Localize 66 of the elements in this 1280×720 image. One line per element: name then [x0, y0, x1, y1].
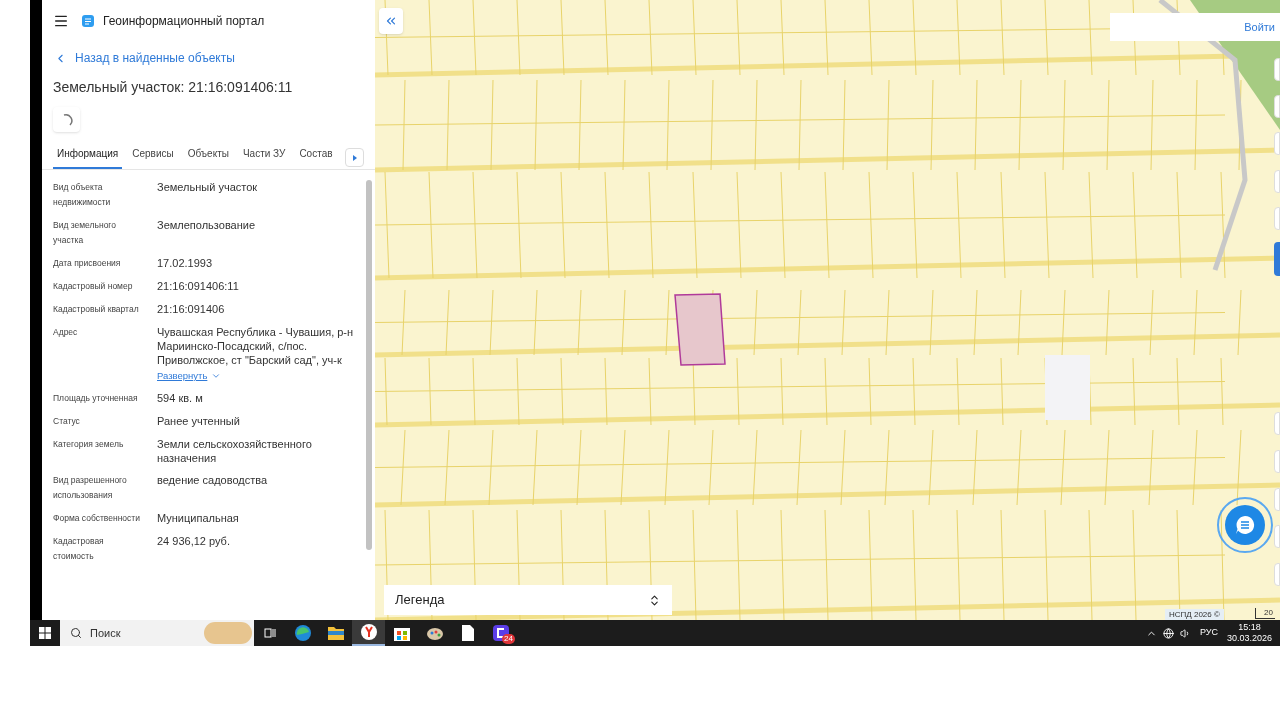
browser-icon [359, 623, 378, 641]
document-icon [460, 624, 475, 642]
field-label: Статус [53, 415, 81, 429]
field-label: Площадь уточненная [53, 392, 139, 406]
info-tab[interactable]: Состав [295, 146, 337, 169]
volume-icon[interactable] [1179, 627, 1191, 639]
map-attribution: НСПД 2026 © [1165, 609, 1224, 620]
portal-logo-icon [81, 14, 95, 28]
field-label: Адрес [53, 326, 79, 339]
field-value: Ранее учтенный [157, 414, 241, 429]
collapse-panel-button[interactable] [379, 8, 403, 34]
double-chevron-left-icon [384, 14, 398, 28]
info-tab[interactable]: Части ЗУ [238, 146, 290, 169]
chat-icon [1234, 514, 1256, 536]
menu-icon[interactable] [53, 13, 69, 29]
field-label: Категория земель [53, 438, 125, 452]
field-value: Земли сельскохозяйственного назначения [157, 437, 313, 466]
field-value: Земельный участок [157, 180, 259, 194]
windows-logo-icon [39, 627, 51, 639]
task-view-icon [264, 627, 276, 639]
caret-icon [352, 154, 357, 161]
language-indicator[interactable]: РУС [1199, 626, 1218, 640]
clock-date[interactable]: 30.03.2026 [1226, 633, 1272, 644]
back-link[interactable]: Назад в найденные объекты [54, 49, 235, 67]
field-value: Землепользование [157, 218, 257, 232]
field-value: 17.02.1993 [157, 256, 214, 270]
object-title: Земельный участок: 21:16:091406:11 [53, 78, 294, 97]
field-value: Муниципальная [157, 511, 240, 526]
tabs-scroll-button[interactable] [345, 148, 364, 167]
map-control-button[interactable] [1274, 242, 1280, 276]
portal-title: Геоинформационный портал [103, 13, 265, 30]
network-icon[interactable] [1162, 627, 1174, 639]
field-label: Форма собственности [53, 512, 141, 526]
field-value: Чувашская Республика - Чувашия, р-н Мариинско-Посадский, с/пос. Приволжское, ст "Барский сад", уч-к [157, 325, 355, 367]
search-highlight-picture [204, 620, 254, 646]
chat-button[interactable] [1217, 497, 1273, 553]
selected-parcel[interactable] [674, 293, 726, 366]
field-label: Дата присвоения [53, 257, 122, 270]
expand-link[interactable]: Развернуть [157, 369, 222, 384]
search-icon [70, 627, 82, 639]
scrollbar[interactable] [366, 180, 372, 550]
field-value: 21:16:091406 [157, 302, 226, 316]
folder-icon [326, 625, 345, 641]
field-label: Кадастровый номер [53, 280, 134, 293]
info-tab[interactable]: Информация [53, 146, 123, 169]
edge-icon [293, 624, 312, 642]
info-tab[interactable]: Объекты [183, 146, 233, 169]
notification-badge: 24 [502, 634, 515, 644]
field-value: 24 936,12 руб. [157, 534, 231, 549]
info-tab[interactable]: Сервисы [128, 146, 178, 169]
field-label: Вид разрешенного использования [53, 474, 128, 503]
taskbar-app-button[interactable] [352, 620, 385, 646]
field-label: Кадастровая стоимость [53, 535, 105, 564]
taskbar-app-button[interactable]: 24 [484, 620, 517, 646]
field-value: ведение садоводства [157, 473, 269, 488]
legend-dropdown[interactable]: Легенда [384, 585, 672, 615]
field-value: 594 кв. м [157, 391, 204, 406]
login-button[interactable]: Войти [1244, 18, 1275, 36]
up-down-chevron-icon [648, 593, 661, 607]
taskbar-search-field[interactable]: Поиск [60, 620, 204, 646]
field-label: Кадастровый квартал [53, 303, 140, 316]
field-label: Вид земельного участка [53, 219, 117, 247]
field-value: 21:16:091406:11 [157, 279, 240, 293]
field-label: Вид объекта недвижимости [53, 181, 112, 209]
clock-time[interactable]: 15:18 [1238, 622, 1261, 633]
map-scale: 20 [1255, 608, 1275, 619]
